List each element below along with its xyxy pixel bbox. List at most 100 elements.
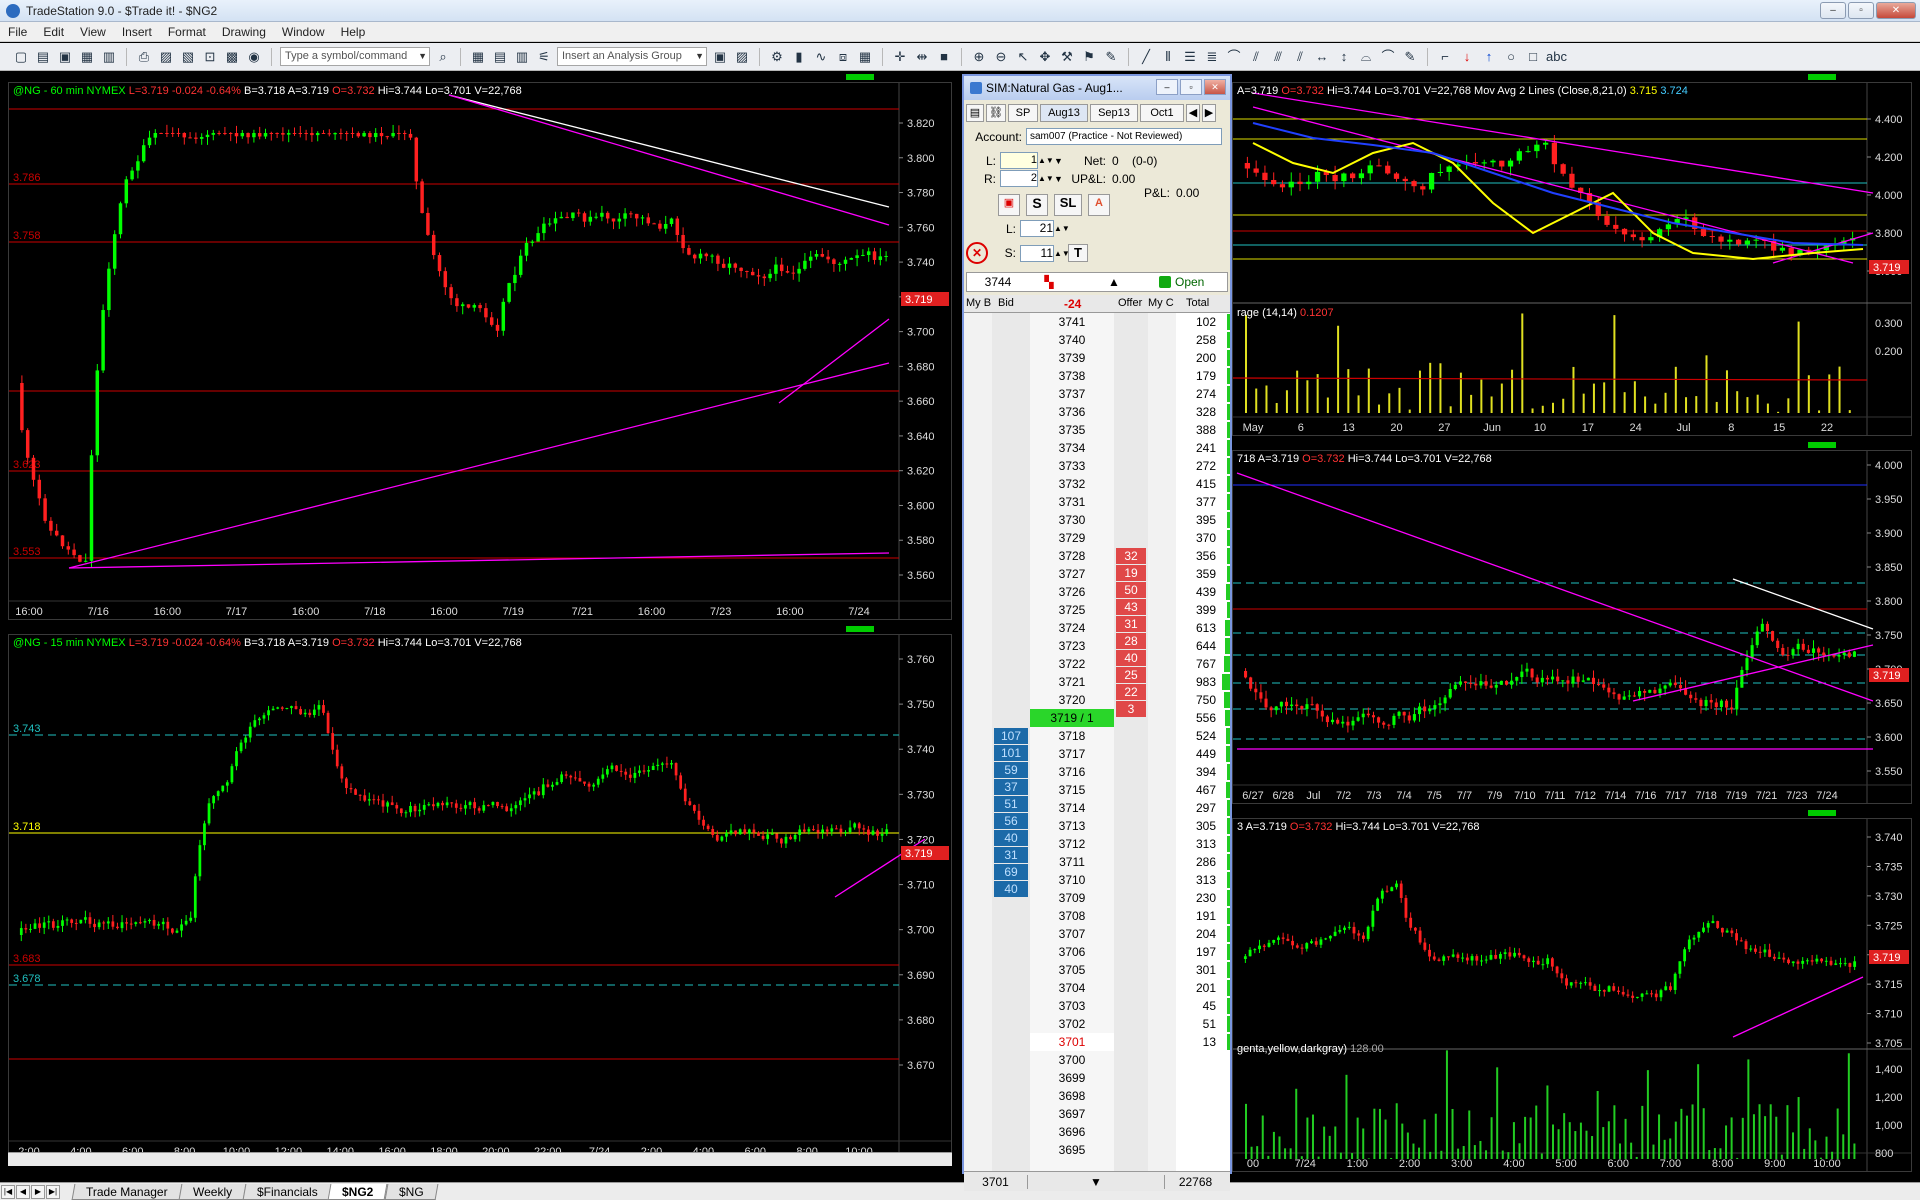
ladder-my-offer[interactable]	[1148, 457, 1176, 475]
ladder-my-bid[interactable]	[964, 853, 992, 871]
ladder-my-offer[interactable]	[1148, 1141, 1176, 1159]
tab-scroll-left[interactable]: ◀	[1186, 104, 1200, 122]
ladder-offer[interactable]	[1114, 1006, 1148, 1024]
ladder-offer[interactable]	[1114, 826, 1148, 844]
tab-trade-manager[interactable]: Trade Manager	[71, 1183, 183, 1200]
ladder-my-offer[interactable]	[1148, 421, 1176, 439]
pointer-icon[interactable]: ↖	[1014, 48, 1032, 66]
ladder-bid[interactable]: 51	[994, 796, 1028, 812]
ladder-my-bid[interactable]	[964, 493, 992, 511]
color-icon[interactable]: ■	[935, 48, 953, 66]
ladder-my-offer[interactable]	[1148, 853, 1176, 871]
ladder-my-offer[interactable]	[1148, 1033, 1176, 1051]
ladder-my-bid[interactable]	[964, 979, 992, 997]
ladder-my-offer[interactable]	[1148, 871, 1176, 889]
lock-icon[interactable]: ⊡	[201, 48, 219, 66]
menu-drawing[interactable]: Drawing	[214, 25, 274, 39]
new-icon[interactable]: ▢	[12, 48, 30, 66]
tick-icon[interactable]: ∿	[812, 48, 830, 66]
tab-last-icon[interactable]: ▶|	[46, 1184, 60, 1199]
ladder-offer[interactable]	[1114, 1096, 1148, 1114]
ladder-offer[interactable]	[1114, 808, 1148, 826]
close-button[interactable]: ✕	[1876, 2, 1916, 19]
r-dropdown-icon[interactable]: ▼	[1054, 174, 1066, 184]
ladder-my-bid[interactable]	[964, 943, 992, 961]
ladder-my-bid[interactable]	[964, 997, 992, 1015]
ladder-offer[interactable]	[1114, 718, 1148, 736]
ladder-my-offer[interactable]	[1148, 817, 1176, 835]
ladder-bid[interactable]	[992, 349, 1030, 367]
ladder-my-offer[interactable]	[1148, 529, 1176, 547]
ladder-bid[interactable]	[992, 457, 1030, 475]
chart-4h[interactable]: 718 A=3.719 O=3.732 Hi=3.744 Lo=3.701 V=…	[1232, 450, 1912, 804]
cycle-icon[interactable]: ⌓	[1357, 48, 1375, 66]
price-box[interactable]: 3744	[967, 275, 1029, 289]
ladder-my-bid[interactable]	[964, 1015, 992, 1033]
l2-stepper[interactable]: ▲▼	[1054, 224, 1070, 233]
fib-icon[interactable]: ≣	[1203, 48, 1221, 66]
ladder-offer[interactable]	[1114, 772, 1148, 790]
menu-format[interactable]: Format	[160, 25, 214, 39]
ladder-offer[interactable]: 50	[1116, 582, 1146, 598]
scroll-up-icon[interactable]: ▲	[1069, 275, 1159, 289]
ladder-my-offer[interactable]	[1148, 331, 1176, 349]
window-icon[interactable]: ▧	[179, 48, 197, 66]
bars-icon[interactable]: ▮	[790, 48, 808, 66]
ladder-my-bid[interactable]	[964, 835, 992, 853]
ladder-my-offer[interactable]	[1148, 943, 1176, 961]
ladder-my-offer[interactable]	[1148, 367, 1176, 385]
ladder-offer[interactable]	[1114, 403, 1148, 421]
minimize-button[interactable]: –	[1820, 2, 1846, 19]
ladder-offer[interactable]	[1114, 916, 1148, 934]
ladder-my-bid[interactable]	[964, 421, 992, 439]
ladder-offer[interactable]	[1114, 1024, 1148, 1042]
ladder-my-bid[interactable]	[964, 709, 992, 727]
ladder-my-bid[interactable]	[964, 745, 992, 763]
ladder-my-offer[interactable]	[1148, 745, 1176, 763]
curve-icon[interactable]: ⌐	[1436, 48, 1454, 66]
format-icon[interactable]: ⚙	[768, 48, 786, 66]
ladder-bid[interactable]	[992, 403, 1030, 421]
ladder-my-offer[interactable]	[1148, 889, 1176, 907]
chart-15min-scrollbar[interactable]	[8, 1152, 952, 1166]
zoom-in-icon[interactable]: ⊕	[970, 48, 988, 66]
zoom-out-icon[interactable]: ⊖	[992, 48, 1010, 66]
tab-prev-icon[interactable]: ◀	[16, 1184, 30, 1199]
open-icon[interactable]: ▤	[34, 48, 52, 66]
drag-icon[interactable]: ✥	[1036, 48, 1054, 66]
h-measure-icon[interactable]: ↔	[1313, 48, 1331, 66]
ladder-bid[interactable]	[992, 367, 1030, 385]
ladder-my-offer[interactable]	[1148, 349, 1176, 367]
gann-icon[interactable]: ⌒	[1379, 48, 1397, 66]
ladder-my-bid[interactable]	[964, 1123, 992, 1141]
ladder-offer[interactable]	[1114, 898, 1148, 916]
ladder-my-bid[interactable]	[964, 457, 992, 475]
ladder-offer[interactable]	[1114, 736, 1148, 754]
matrix-maximize-button[interactable]: ▫	[1180, 79, 1202, 95]
menu-insert[interactable]: Insert	[114, 25, 160, 39]
ladder-bid[interactable]	[992, 1096, 1030, 1114]
scroll-icon[interactable]: ⇹	[913, 48, 931, 66]
symbol-lookup-icon[interactable]: ⌕	[434, 48, 452, 66]
ladder-my-offer[interactable]	[1148, 781, 1176, 799]
folder-icon[interactable]: ▥	[100, 48, 118, 66]
ladder-my-offer[interactable]	[1148, 475, 1176, 493]
tab-weekly[interactable]: Weekly	[178, 1183, 247, 1200]
ladder-my-bid[interactable]	[964, 799, 992, 817]
stop-button[interactable]: S	[1026, 194, 1048, 216]
v-measure-icon[interactable]: ↕	[1335, 48, 1353, 66]
maximize-button[interactable]: ▫	[1848, 2, 1874, 19]
ladder-my-offer[interactable]	[1148, 547, 1176, 565]
ladder-offer[interactable]	[1114, 511, 1148, 529]
ladder-offer[interactable]: 25	[1116, 667, 1146, 683]
ladder-bid[interactable]	[992, 1024, 1030, 1042]
note-icon[interactable]: ✎	[1102, 48, 1120, 66]
ladder-my-offer[interactable]	[1148, 313, 1176, 331]
ladder-my-bid[interactable]	[964, 637, 992, 655]
ladder-offer[interactable]	[1114, 439, 1148, 457]
ladder-my-offer[interactable]	[1148, 763, 1176, 781]
ladder-bid[interactable]	[992, 493, 1030, 511]
ladder-offer[interactable]: 3	[1116, 701, 1146, 717]
scroll-down-icon[interactable]: ▼	[1028, 1175, 1164, 1189]
ladder-bid[interactable]	[992, 1060, 1030, 1078]
